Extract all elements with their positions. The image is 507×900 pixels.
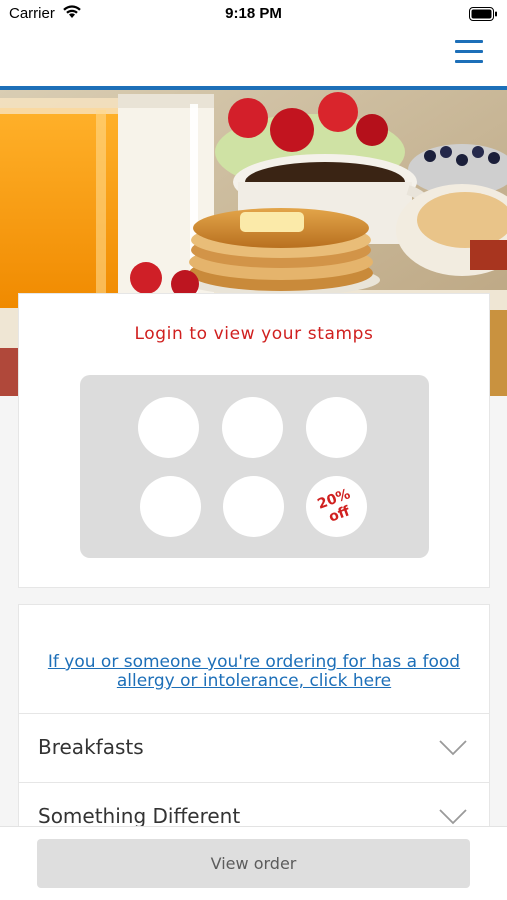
stamp-grid: 20% off	[80, 375, 429, 558]
category-label: Breakfasts	[38, 735, 144, 759]
stamp-slot	[140, 476, 201, 537]
stamp-slot	[306, 397, 367, 458]
app-header	[0, 30, 507, 86]
view-order-button[interactable]: View order	[37, 839, 470, 888]
hamburger-menu-icon[interactable]	[455, 40, 483, 68]
clock: 9:18 PM	[225, 5, 282, 22]
category-row-breakfasts[interactable]: Breakfasts	[18, 713, 490, 783]
battery-icon	[469, 7, 497, 21]
stamp-login-prompt[interactable]: Login to view your stamps	[19, 324, 489, 344]
stamp-slot	[223, 476, 284, 537]
allergy-card: If you or someone you're ordering for ha…	[18, 604, 490, 714]
chevron-down-icon	[439, 809, 467, 825]
bottom-bar: View order	[0, 826, 507, 900]
chevron-down-icon	[439, 740, 467, 756]
allergy-info-link[interactable]: If you or someone you're ordering for ha…	[39, 653, 469, 691]
stamp-card: Login to view your stamps 20% off	[18, 293, 490, 588]
category-label: Something Different	[38, 804, 241, 828]
stamp-reward-slot: 20% off	[306, 476, 367, 537]
stamp-slot	[222, 397, 283, 458]
allergy-link-line1: If you or someone you're ordering for ha…	[47, 652, 461, 672]
stamp-slot	[138, 397, 199, 458]
allergy-link-line2: allergy or intolerance, click here	[116, 671, 392, 691]
status-bar: Carrier 9:18 PM	[0, 0, 507, 30]
